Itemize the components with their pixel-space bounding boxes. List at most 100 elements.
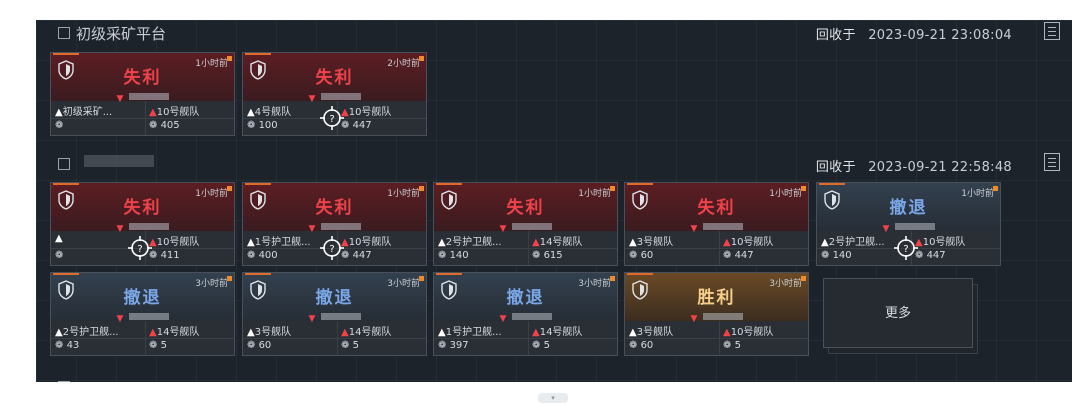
card-subtitle-redacted: ▼	[243, 216, 426, 234]
section-header-1: 初级采矿平台 回收于 2023-09-21 23:08:04	[36, 20, 1072, 46]
card-stats: ▲4号舰队 ▲10号舰队 ❁ 100 ❁ 447?	[243, 101, 426, 135]
section-checkbox[interactable]	[58, 158, 70, 170]
card-subtitle-redacted: ▼	[434, 306, 617, 324]
card-subtitle-redacted: ▼	[625, 306, 808, 324]
card-flag	[801, 276, 806, 281]
card-subtitle-redacted: ▼	[817, 216, 1000, 234]
divider	[243, 338, 426, 339]
defender-fleet: ▲14号舰队	[149, 327, 200, 338]
card-flag	[801, 186, 806, 191]
card-result: 撤退	[889, 198, 928, 218]
card-stats: ▲3号舰队 ▲14号舰队 ❁ 60 ❁ 5	[243, 321, 426, 355]
card-result: 胜利	[697, 288, 736, 308]
card-header: 3小时前 撤退 ▼	[51, 273, 234, 324]
card-header: 1小时前 失利 ▼	[51, 183, 234, 234]
received-label: 回收于	[815, 160, 856, 175]
card-accent	[627, 273, 653, 275]
attacker-fleet: ▲	[55, 233, 63, 244]
svg-text:?: ?	[903, 244, 908, 255]
divider	[625, 248, 808, 249]
card-accent	[53, 273, 79, 275]
card-header: 3小时前 撤退 ▼	[243, 273, 426, 324]
card-stats: ▲3号舰队 ▲10号舰队 ❁ 60 ❁ 447	[625, 231, 808, 265]
card-header: 2小时前 失利 ▼	[243, 53, 426, 104]
defender-power: ❁ 5	[532, 340, 550, 351]
card-subtitle-redacted: ▼	[243, 306, 426, 324]
battle-card[interactable]: 1小时前 失利 ▼ ▲ ▲10号舰队 ❁ ❁ 411?	[50, 182, 235, 266]
card-accent	[245, 53, 271, 55]
battle-card[interactable]: 1小时前 失利 ▼ ▲初级采矿... ▲10号舰队 ❁ ❁ 405	[50, 52, 235, 136]
section-checkbox[interactable]	[58, 27, 70, 39]
section-checkbox[interactable]	[58, 381, 70, 382]
card-header: 1小时前 失利 ▼	[434, 183, 617, 234]
received-time: 2023-09-21 23:08:04	[868, 28, 1012, 43]
defender-power: ❁ 5	[723, 340, 741, 351]
battle-card[interactable]: 3小时前 胜利 ▼ ▲3号舰队 ▲10号舰队 ❁ 60 ❁ 5	[624, 272, 809, 356]
battle-card[interactable]: 1小时前 失利 ▼ ▲1号护卫舰... ▲10号舰队 ❁ 400 ❁ 447?	[242, 182, 427, 266]
svg-text:?: ?	[329, 244, 334, 255]
attacker-fleet: ▲初级采矿...	[55, 107, 113, 118]
card-flag	[227, 186, 232, 191]
attacker-power: ❁ 400	[247, 250, 278, 261]
card-result: 撤退	[123, 288, 162, 308]
attacker-power: ❁	[55, 250, 64, 261]
attacker-power: ❁ 140	[821, 250, 852, 261]
card-result: 失利	[123, 68, 162, 88]
card-accent	[245, 273, 271, 275]
battle-card[interactable]: 2小时前 失利 ▼ ▲4号舰队 ▲10号舰队 ❁ 100 ❁ 447?	[242, 52, 427, 136]
card-subtitle-redacted: ▼	[243, 86, 426, 104]
battle-card[interactable]: 3小时前 撤退 ▼ ▲2号护卫舰... ▲14号舰队 ❁ 43 ❁ 5	[50, 272, 235, 356]
attacker-fleet: ▲3号舰队	[247, 327, 292, 338]
divider	[51, 338, 234, 339]
card-accent	[436, 183, 462, 185]
document-icon[interactable]	[1044, 153, 1060, 171]
battle-card[interactable]: 1小时前 失利 ▼ ▲3号舰队 ▲10号舰队 ❁ 60 ❁ 447	[624, 182, 809, 266]
attacker-fleet: ▲2号护卫舰...	[438, 237, 502, 248]
card-subtitle-redacted: ▼	[434, 216, 617, 234]
document-icon[interactable]	[1044, 22, 1060, 40]
attacker-power: ❁ 100	[247, 120, 278, 131]
card-result: 撤退	[315, 288, 354, 308]
battle-card[interactable]: 1小时前 失利 ▼ ▲2号护卫舰... ▲14号舰队 ❁ 140 ❁ 615	[433, 182, 618, 266]
card-result: 撤退	[506, 288, 545, 308]
card-accent	[627, 183, 653, 185]
card-flag	[610, 186, 615, 191]
card-flag	[993, 186, 998, 191]
card-result: 失利	[697, 198, 736, 218]
attacker-power: ❁ 60	[629, 340, 654, 351]
battle-card[interactable]: 3小时前 撤退 ▼ ▲1号护卫舰... ▲14号舰队 ❁ 397 ❁ 5	[433, 272, 618, 356]
card-stats: ▲1号护卫舰... ▲14号舰队 ❁ 397 ❁ 5	[434, 321, 617, 355]
defender-fleet: ▲10号舰队	[723, 327, 774, 338]
attacker-fleet: ▲3号舰队	[629, 237, 674, 248]
question-target-icon: ?	[320, 236, 344, 260]
battle-card[interactable]: 3小时前 撤退 ▼ ▲3号舰队 ▲14号舰队 ❁ 60 ❁ 5	[242, 272, 427, 356]
card-result: 失利	[315, 68, 354, 88]
card-flag	[610, 276, 615, 281]
card-result: 失利	[123, 198, 162, 218]
divider	[625, 338, 808, 339]
attacker-fleet: ▲3号舰队	[629, 327, 674, 338]
defender-fleet: ▲14号舰队	[341, 327, 392, 338]
card-flag	[419, 276, 424, 281]
defender-power: ❁ 447	[723, 250, 754, 261]
card-subtitle-redacted: ▼	[625, 216, 808, 234]
card-flag	[419, 186, 424, 191]
card-subtitle-redacted: ▼	[51, 86, 234, 104]
battle-card[interactable]: 1小时前 撤退 ▼ ▲2号护卫舰... ▲10号舰队 ❁ 140 ❁ 447?	[816, 182, 1001, 266]
attacker-power: ❁ 397	[438, 340, 469, 351]
defender-power: ❁ 615	[532, 250, 563, 261]
svg-text:?: ?	[329, 114, 334, 125]
received-info: 回收于 2023-09-21 23:08:04	[816, 24, 1012, 43]
divider	[434, 248, 617, 249]
defender-power: ❁ 5	[341, 340, 359, 351]
card-flag	[227, 56, 232, 61]
attacker-power: ❁ 140	[438, 250, 469, 261]
svg-text:?: ?	[137, 244, 142, 255]
more-button[interactable]: 更多	[823, 278, 973, 348]
chevron-down-icon[interactable]: ▾	[538, 393, 568, 403]
defender-fleet: ▲10号舰队	[341, 107, 392, 118]
defender-power: ❁ 447	[341, 250, 372, 261]
attacker-power: ❁ 43	[55, 340, 80, 351]
received-label: 回收于	[815, 28, 856, 43]
defender-fleet: ▲10号舰队	[915, 237, 966, 248]
